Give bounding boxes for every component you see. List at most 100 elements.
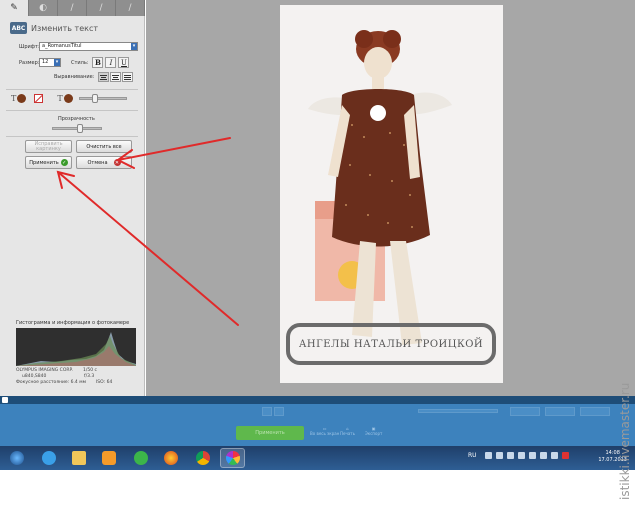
divider [6,136,138,137]
align-label: Выравнивание: [54,74,95,80]
image-canvas[interactable]: АНГЕЛЫ НАТАЛЬИ ТРОИЦКОЙ [146,0,635,396]
zoom-slider[interactable] [418,409,498,413]
apply-big-button[interactable]: Применить [236,426,304,440]
transparency-slider[interactable] [52,124,102,133]
tray-icon[interactable] [517,452,525,459]
tray-icon[interactable] [495,452,503,459]
places-button[interactable] [545,407,575,416]
tab-wrench[interactable]: ✎ [0,0,29,16]
picasa-icon [225,451,240,465]
language-indicator[interactable]: RU [468,452,477,459]
taskbar-mailru[interactable] [128,448,153,468]
histogram-chart [16,328,136,366]
network-icon[interactable] [539,452,547,459]
export-label: Экспорт [365,431,383,436]
taskbar-ie[interactable] [36,448,61,468]
at-icon [133,451,148,465]
volume-icon[interactable] [550,452,558,459]
panel-title: ABC Изменить текст [10,21,98,35]
flag-icon[interactable] [561,452,569,459]
tray-icon[interactable] [506,452,514,459]
info-strip [0,396,635,404]
tool-tabs: ✎ ◐ ∕ ∕ ∕ [0,0,145,16]
unmodify-button[interactable]: Исправить картинку [25,140,72,153]
histogram-panel: Гистограмма и информация о фотокамере OL… [16,320,140,385]
focal-length: Фокусное расстояние: 6.4 мм [16,380,86,385]
size-value: 12 [42,59,49,65]
cancel-button[interactable]: Отмена ✕ [76,156,132,169]
rotate-left-button[interactable] [262,407,272,416]
export-button[interactable]: ▣ Экспорт [365,426,382,436]
taskbar-media[interactable] [96,448,121,468]
apply-label: Применить [29,159,59,166]
paintbrush-icon: ∕ [128,3,132,13]
font-label: Шрифт: [19,43,40,50]
clear-all-button[interactable]: Очистить все [76,140,132,153]
chevron-down-icon: ▾ [131,43,137,50]
people-button[interactable] [510,407,540,416]
fullscreen-button[interactable]: ▭ Во весь экран [310,426,339,436]
no-fill-icon[interactable] [34,94,44,103]
unmodify-label: Исправить картинку [34,140,63,152]
system-tray: RU [468,452,569,459]
size-select[interactable]: 12 ▾ [39,58,61,67]
start-button[interactable] [4,448,29,468]
text-color-icon: T [11,94,17,103]
taskbar-chrome[interactable] [190,448,215,468]
slider-handle[interactable] [91,94,98,103]
app-bottom-bar: Применить ▭ Во весь экран ⌂ Печать ▣ Экс… [0,396,635,446]
tray-icon[interactable] [528,452,536,459]
font-select[interactable]: a_RomanusTitul ▾ [39,42,138,51]
fullscreen-label: Во весь экран [310,431,340,436]
taskbar-picasa[interactable] [220,448,245,468]
pencil-icon: ∕ [99,3,103,13]
align-left-button[interactable] [98,72,110,82]
tab-brush[interactable]: ∕ [58,0,87,16]
rotate-right-button[interactable] [274,407,284,416]
chevron-down-icon: ▾ [54,59,60,66]
app-toolbar: Применить ▭ Во весь экран ⌂ Печать ▣ Экс… [0,404,635,446]
text-color-swatch[interactable] [17,94,27,103]
text-tool-icon: ABC [10,22,27,34]
slider-handle[interactable] [77,124,83,133]
clear-all-label: Очистить все [86,143,122,150]
taskbar-explorer[interactable] [66,448,91,468]
print-button[interactable]: ⌂ Печать [340,426,355,436]
photo[interactable]: АНГЕЛЫ НАТАЛЬИ ТРОИЦКОЙ [280,5,503,383]
histogram-graph [16,332,136,366]
watermark: istikki.livemaster.ru [618,382,632,500]
media-player-icon [101,451,116,465]
outline-color-swatch[interactable] [63,94,73,103]
info-button[interactable] [580,407,610,416]
align-center-button[interactable] [110,72,122,82]
outline-slider[interactable] [78,94,127,103]
transparency-label: Прозрачность [58,116,95,122]
caption-frame[interactable]: АНГЕЛЫ НАТАЛЬИ ТРОИЦКОЙ [286,323,496,365]
chrome-icon [195,451,210,465]
panel-title-text: Изменить текст [31,23,99,33]
size-label: Размер: [19,59,40,66]
tab-effects[interactable]: ◐ [29,0,58,16]
brush-icon: ∕ [70,3,74,13]
taskbar-firefox[interactable] [158,448,183,468]
wrench-icon: ✎ [10,3,18,13]
bold-button[interactable]: B [92,57,104,68]
check-icon: ✓ [60,159,68,166]
window-icon[interactable] [2,397,8,403]
tab-brush2[interactable]: ∕ [116,0,145,16]
cancel-label: Отмена [87,159,108,166]
close-icon: ✕ [113,159,121,166]
underline-button[interactable]: U [118,57,130,68]
caption-text: АНГЕЛЫ НАТАЛЬИ ТРОИЦКОЙ [298,338,484,350]
align-right-button[interactable] [122,72,134,82]
italic-button[interactable]: I [105,57,117,68]
windows-taskbar: RU 14:08 17.07.2013 [0,446,635,470]
outline-color-icon: T [57,94,63,103]
tab-pencil[interactable]: ∕ [87,0,116,16]
divider [6,89,138,90]
apply-button[interactable]: Применить ✓ [25,156,72,169]
folder-icon [71,451,86,465]
print-label: Печать [340,431,355,436]
tray-icon[interactable] [484,452,492,459]
firefox-icon [163,451,178,465]
